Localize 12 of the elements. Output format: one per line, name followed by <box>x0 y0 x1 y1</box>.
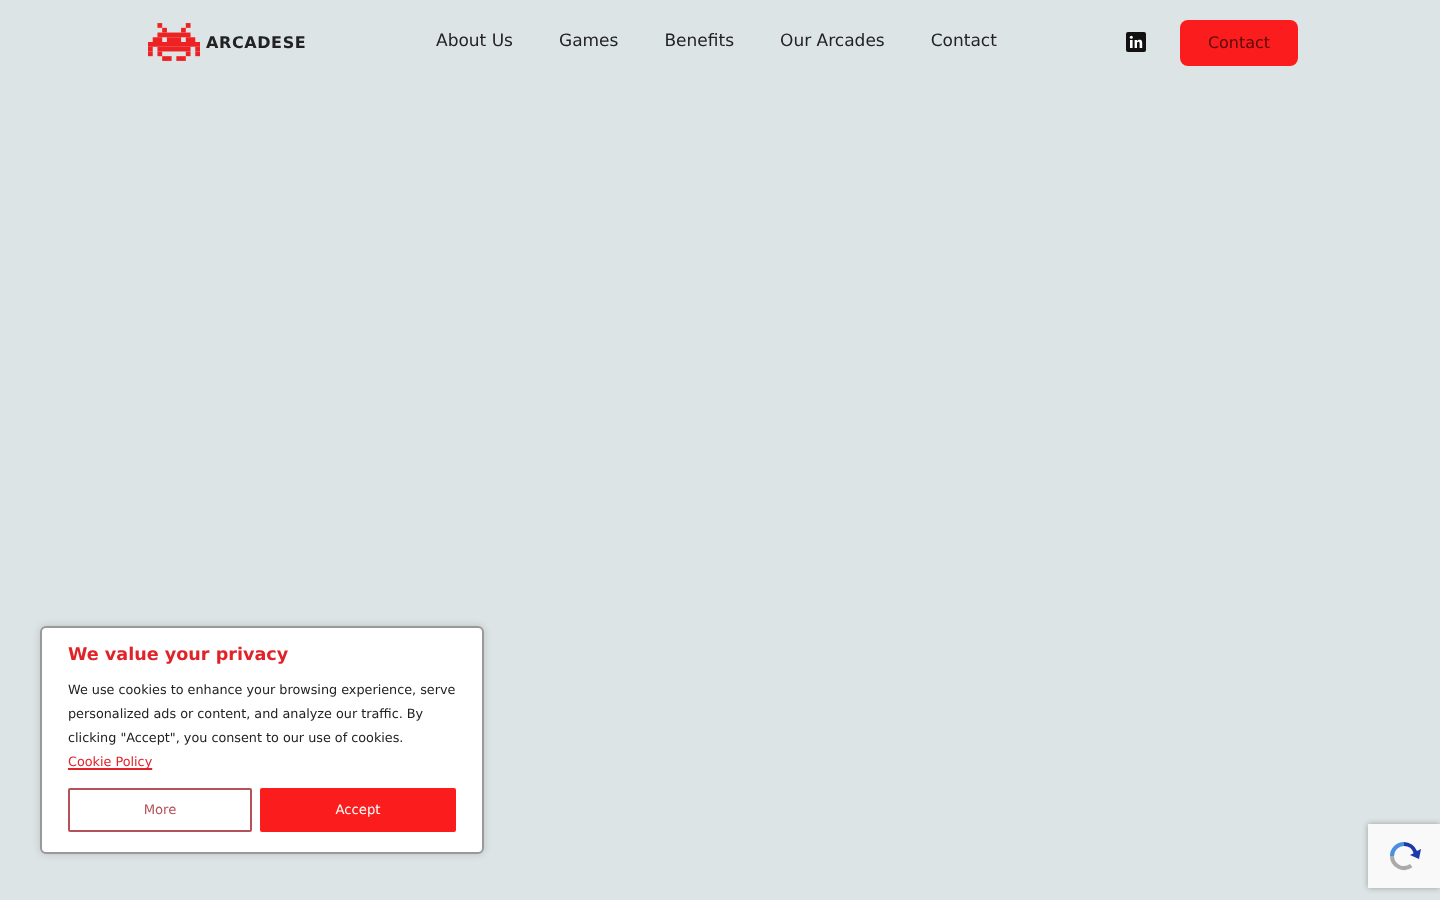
recaptcha-icon <box>1384 836 1424 876</box>
cookie-title: We value your privacy <box>68 646 291 666</box>
nav-link[interactable]: Benefits <box>664 32 735 52</box>
recaptcha-badge[interactable] <box>1368 824 1440 888</box>
nav-link[interactable]: Games <box>558 32 619 52</box>
nav-link[interactable]: About Us <box>436 32 513 52</box>
invader-logo-icon <box>148 22 200 62</box>
brand-name: ARCADESE <box>206 33 307 51</box>
nav-link[interactable]: Our Arcades <box>780 32 885 52</box>
contact-button[interactable]: Contact <box>1180 19 1298 65</box>
nav-link[interactable]: Contact <box>930 32 997 52</box>
linkedin-icon[interactable] <box>1126 32 1146 52</box>
